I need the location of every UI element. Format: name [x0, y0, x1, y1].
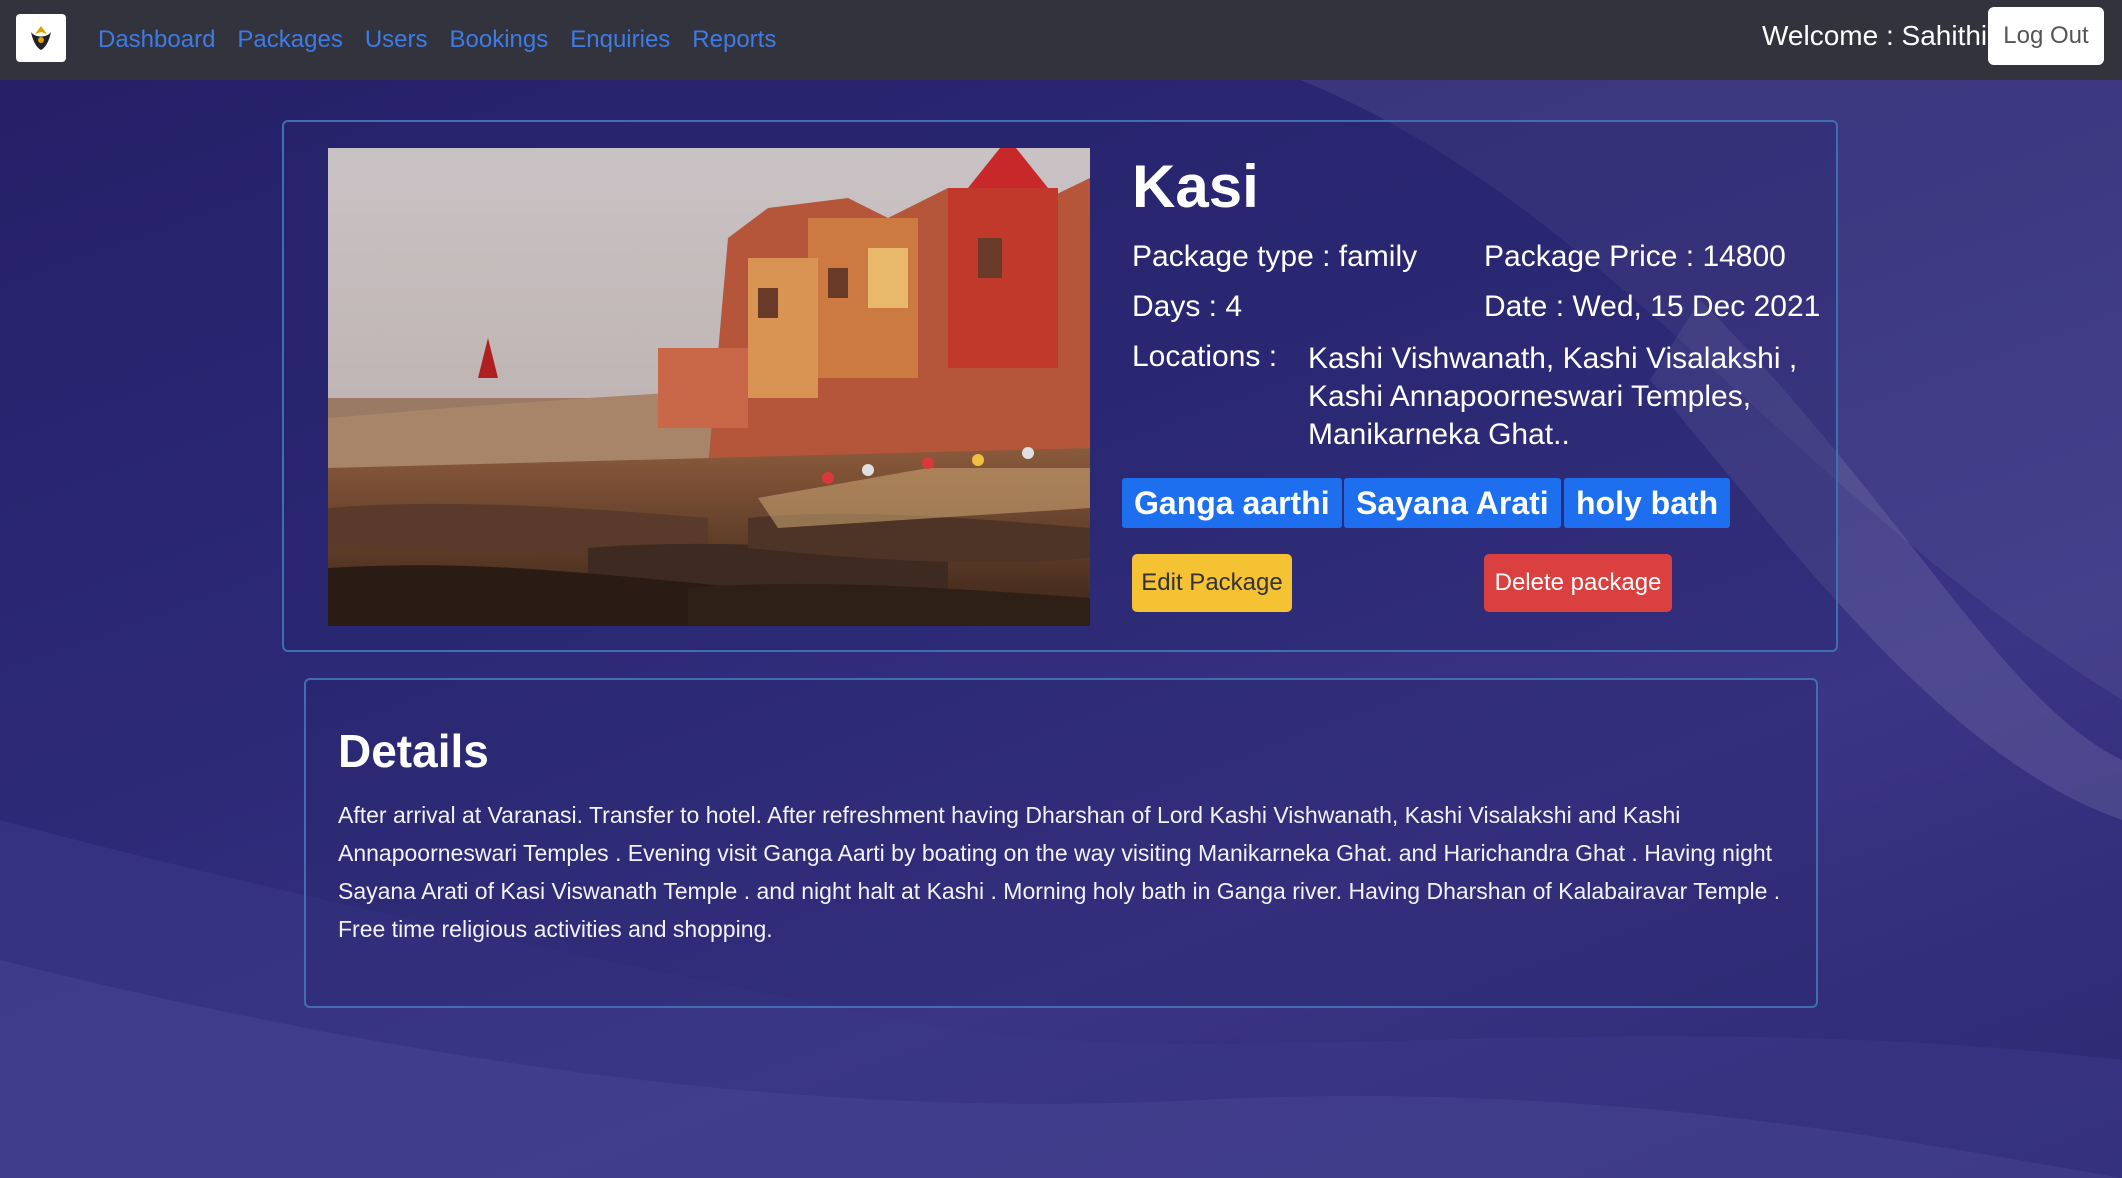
app-logo[interactable]	[16, 14, 66, 62]
nav-packages[interactable]: Packages	[237, 26, 342, 54]
package-date: Date : Wed, 15 Dec 2021	[1484, 290, 1821, 323]
nav-users[interactable]: Users	[365, 26, 428, 54]
edit-package-button[interactable]: Edit Package	[1132, 554, 1292, 612]
details-heading: Details	[338, 725, 489, 777]
package-title: Kasi	[1132, 153, 1259, 220]
details-text: After arrival at Varanasi. Transfer to h…	[338, 802, 1781, 942]
nav-enquiries[interactable]: Enquiries	[570, 26, 670, 54]
locations-value: Kashi Vishwanath, Kashi Visalakshi , Kas…	[1308, 342, 1798, 451]
logout-button[interactable]: Log Out	[1988, 7, 2104, 65]
tag-sayana-arati[interactable]: Sayana Arati	[1344, 478, 1561, 528]
nav-dashboard[interactable]: Dashboard	[98, 26, 215, 54]
locations-label: Locations :	[1132, 340, 1278, 373]
package-price: Package Price : 14800	[1484, 240, 1786, 273]
package-photo	[328, 148, 1090, 626]
package-days: Days : 4	[1132, 290, 1243, 323]
package-type: Package type : family	[1132, 240, 1418, 273]
nav-links: Dashboard Packages Users Bookings Enquir…	[98, 0, 798, 80]
details-card: Details After arrival at Varanasi. Trans…	[304, 678, 1818, 1008]
nav-reports[interactable]: Reports	[692, 26, 776, 54]
top-navbar: Dashboard Packages Users Bookings Enquir…	[0, 0, 2122, 80]
tag-ganga-aarthi[interactable]: Ganga aarthi	[1122, 478, 1342, 528]
nav-bookings[interactable]: Bookings	[450, 26, 549, 54]
delete-package-button[interactable]: Delete package	[1484, 554, 1672, 612]
welcome-text: Welcome : Sahithi |	[1762, 20, 2003, 51]
tag-holy-bath[interactable]: holy bath	[1564, 478, 1731, 528]
package-card: Kasi Package type : family Package Price…	[282, 120, 1838, 652]
logo-icon	[31, 26, 51, 50]
